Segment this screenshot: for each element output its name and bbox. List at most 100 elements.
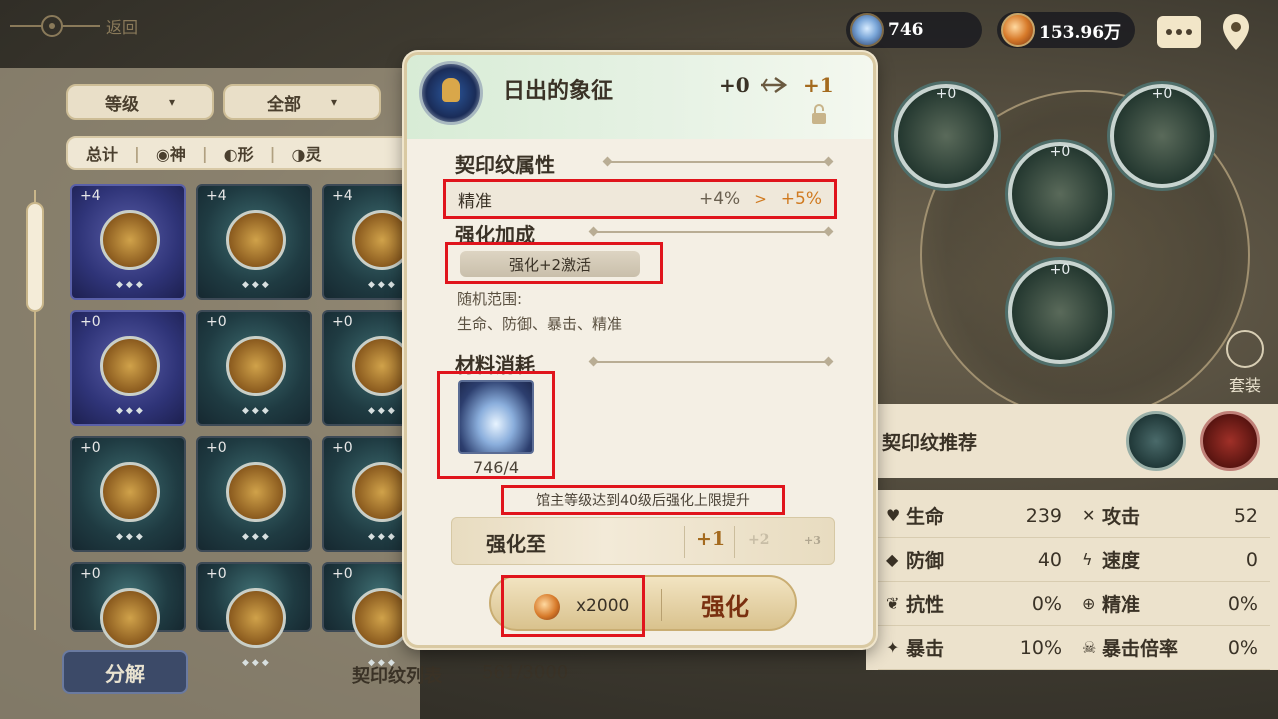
- type-filter-row: 总计 | ◉神 | ◐形 | ◑灵: [66, 136, 426, 170]
- seal-level: +0: [80, 314, 101, 330]
- lightning-icon: ϟ: [1082, 550, 1093, 569]
- cost-highlight: x2000: [501, 575, 645, 637]
- recommend-sword-icon[interactable]: [1200, 411, 1260, 471]
- location-pin-icon[interactable]: [1220, 12, 1252, 52]
- seal-emblem-icon: [226, 588, 286, 648]
- seal-level: +0: [80, 440, 101, 456]
- stat-value: 239: [1025, 504, 1062, 527]
- stat-cell: ☠ 暴击倍率 0%: [1074, 634, 1270, 661]
- back-label: 返回: [106, 18, 139, 37]
- stat-cell: ✦ 暴击 10%: [878, 634, 1074, 661]
- stat-value: 0%: [1227, 592, 1258, 615]
- seal-tile[interactable]: +4 ◆◆◆: [196, 184, 312, 300]
- seal-tile[interactable]: +0◆◆◆: [196, 562, 312, 668]
- material-highlight: 746/4: [437, 371, 555, 479]
- enhance-option-3[interactable]: +3: [804, 534, 821, 547]
- type-tab-form[interactable]: ◐形: [224, 141, 254, 165]
- seal-emblem-icon: [226, 210, 286, 270]
- back-button[interactable]: 返回: [10, 6, 160, 46]
- stats-table: ♥ 生命 239 ✕ 攻击 52 ◆ 防御 40 ϟ 速度 0 ❦ 抗性 0% ⊕ 精准 0% ✦ 暴击 10% ☠ 暴击倍…: [878, 494, 1270, 670]
- stat-name: 暴击: [906, 638, 945, 660]
- stat-row: ❦ 抗性 0% ⊕ 精准 0%: [878, 582, 1270, 626]
- seal-emblem-icon: [100, 336, 160, 396]
- attr-arrow-icon: >: [754, 190, 767, 208]
- coin-icon: [1001, 13, 1035, 47]
- equip-slot[interactable]: +0: [1008, 260, 1112, 364]
- seal-level: +4: [332, 188, 353, 204]
- enhance-to-label: 强化至: [486, 532, 546, 556]
- stat-cell: ❦ 抗性 0%: [878, 590, 1074, 617]
- seal-level: +0: [332, 566, 353, 582]
- rank-dots-icon: ◆◆◆: [242, 658, 272, 668]
- rank-dots-icon: ◆◆◆: [242, 406, 272, 416]
- seal-emblem-icon: [352, 336, 412, 396]
- seal-level: +4: [206, 188, 227, 204]
- scroll-thumb[interactable]: [26, 202, 44, 312]
- enhance-dialog: 日出的象征 +0 +1 契印纹属性 精准 +4% > +5% 强化加成 强化+2…: [404, 52, 876, 648]
- chat-icon[interactable]: [1157, 16, 1201, 48]
- chevron-down-icon: ▾: [168, 95, 176, 109]
- recommend-scarab-icon[interactable]: [1126, 411, 1186, 471]
- rank-dots-icon: ◆◆◆: [116, 406, 146, 416]
- lock-icon: [812, 104, 826, 124]
- stat-value: 40: [1037, 548, 1062, 571]
- type-tab-spirit[interactable]: ◑灵: [291, 141, 321, 165]
- dialog-header: 日出的象征 +0 +1: [407, 55, 873, 139]
- stat-name: 精准: [1102, 594, 1141, 616]
- seal-emblem-icon: [100, 588, 160, 648]
- equip-slot[interactable]: +0: [894, 84, 998, 188]
- seal-tile[interactable]: +0◆◆◆: [70, 562, 186, 668]
- type-tab-total[interactable]: 总计: [86, 141, 118, 165]
- seal-tile[interactable]: +0◆◆◆: [196, 436, 312, 552]
- stat-name: 暴击倍率: [1102, 638, 1179, 660]
- list-count: 561/3000: [482, 662, 569, 683]
- enhance-option-1[interactable]: +1: [696, 528, 725, 550]
- suit-button[interactable]: 套装: [1220, 330, 1270, 395]
- seal-emblem-icon: [226, 336, 286, 396]
- rank-dots-icon: ◆◆◆: [368, 406, 398, 416]
- scrollbar[interactable]: [26, 190, 44, 630]
- stat-value: 52: [1233, 504, 1258, 527]
- rank-dots-icon: ◆◆◆: [368, 532, 398, 542]
- filter-all-label: 全部: [266, 94, 301, 115]
- stat-name: 生命: [906, 506, 945, 528]
- list-label: 契印纹列表: [352, 666, 442, 687]
- seal-emblem-icon: [100, 462, 160, 522]
- seal-title: 日出的象征: [503, 78, 614, 104]
- seal-tile[interactable]: +0 ◆◆◆: [196, 310, 312, 426]
- divider: [607, 161, 829, 163]
- type-tab-divine[interactable]: ◉神: [156, 141, 186, 165]
- rank-dots-icon: ◆◆◆: [116, 532, 146, 542]
- chevron-down-icon: ▾: [330, 95, 338, 109]
- seal-emblem-icon: [352, 462, 412, 522]
- random-range-values: 生命、防御、暴击、精准: [457, 315, 623, 333]
- seal-level: +0: [206, 314, 227, 330]
- seal-tile[interactable]: +0 ◆◆◆: [70, 310, 186, 426]
- gem-currency[interactable]: 746: [846, 12, 982, 48]
- coin-icon: [534, 594, 560, 620]
- decompose-button[interactable]: 分解: [62, 650, 188, 694]
- stat-value: 10%: [1019, 636, 1062, 659]
- seal-tile[interactable]: +0 ◆◆◆: [70, 436, 186, 552]
- random-range-label: 随机范围:: [457, 290, 523, 308]
- equip-slot[interactable]: +0: [1008, 142, 1112, 246]
- seal-emblem-icon: [352, 588, 412, 648]
- filter-level-dropdown[interactable]: 等级 ▾: [66, 84, 214, 120]
- rank-dots-icon: ◆◆◆: [242, 532, 272, 542]
- seal-emblem-icon: [100, 210, 160, 270]
- equip-slot[interactable]: +0: [1110, 84, 1214, 188]
- seal-level: +0: [332, 440, 353, 456]
- cost-amount: x2000: [576, 596, 630, 616]
- stat-name: 攻击: [1102, 506, 1141, 528]
- seal-tile[interactable]: +4 ◆◆◆: [70, 184, 186, 300]
- stat-cell: ⊕ 精准 0%: [1074, 590, 1270, 617]
- divider: [593, 231, 829, 233]
- enhance-option-2[interactable]: +2: [748, 532, 769, 548]
- stat-cell: ϟ 速度 0: [1074, 546, 1270, 573]
- filter-all-dropdown[interactable]: 全部 ▾: [223, 84, 381, 120]
- rank-dots-icon: ◆◆◆: [242, 280, 272, 290]
- coin-currency[interactable]: 153.96万: [997, 12, 1135, 48]
- crystal-dust-icon[interactable]: [458, 380, 534, 454]
- stat-row: ◆ 防御 40 ϟ 速度 0: [878, 538, 1270, 582]
- stat-value: 0%: [1031, 592, 1062, 615]
